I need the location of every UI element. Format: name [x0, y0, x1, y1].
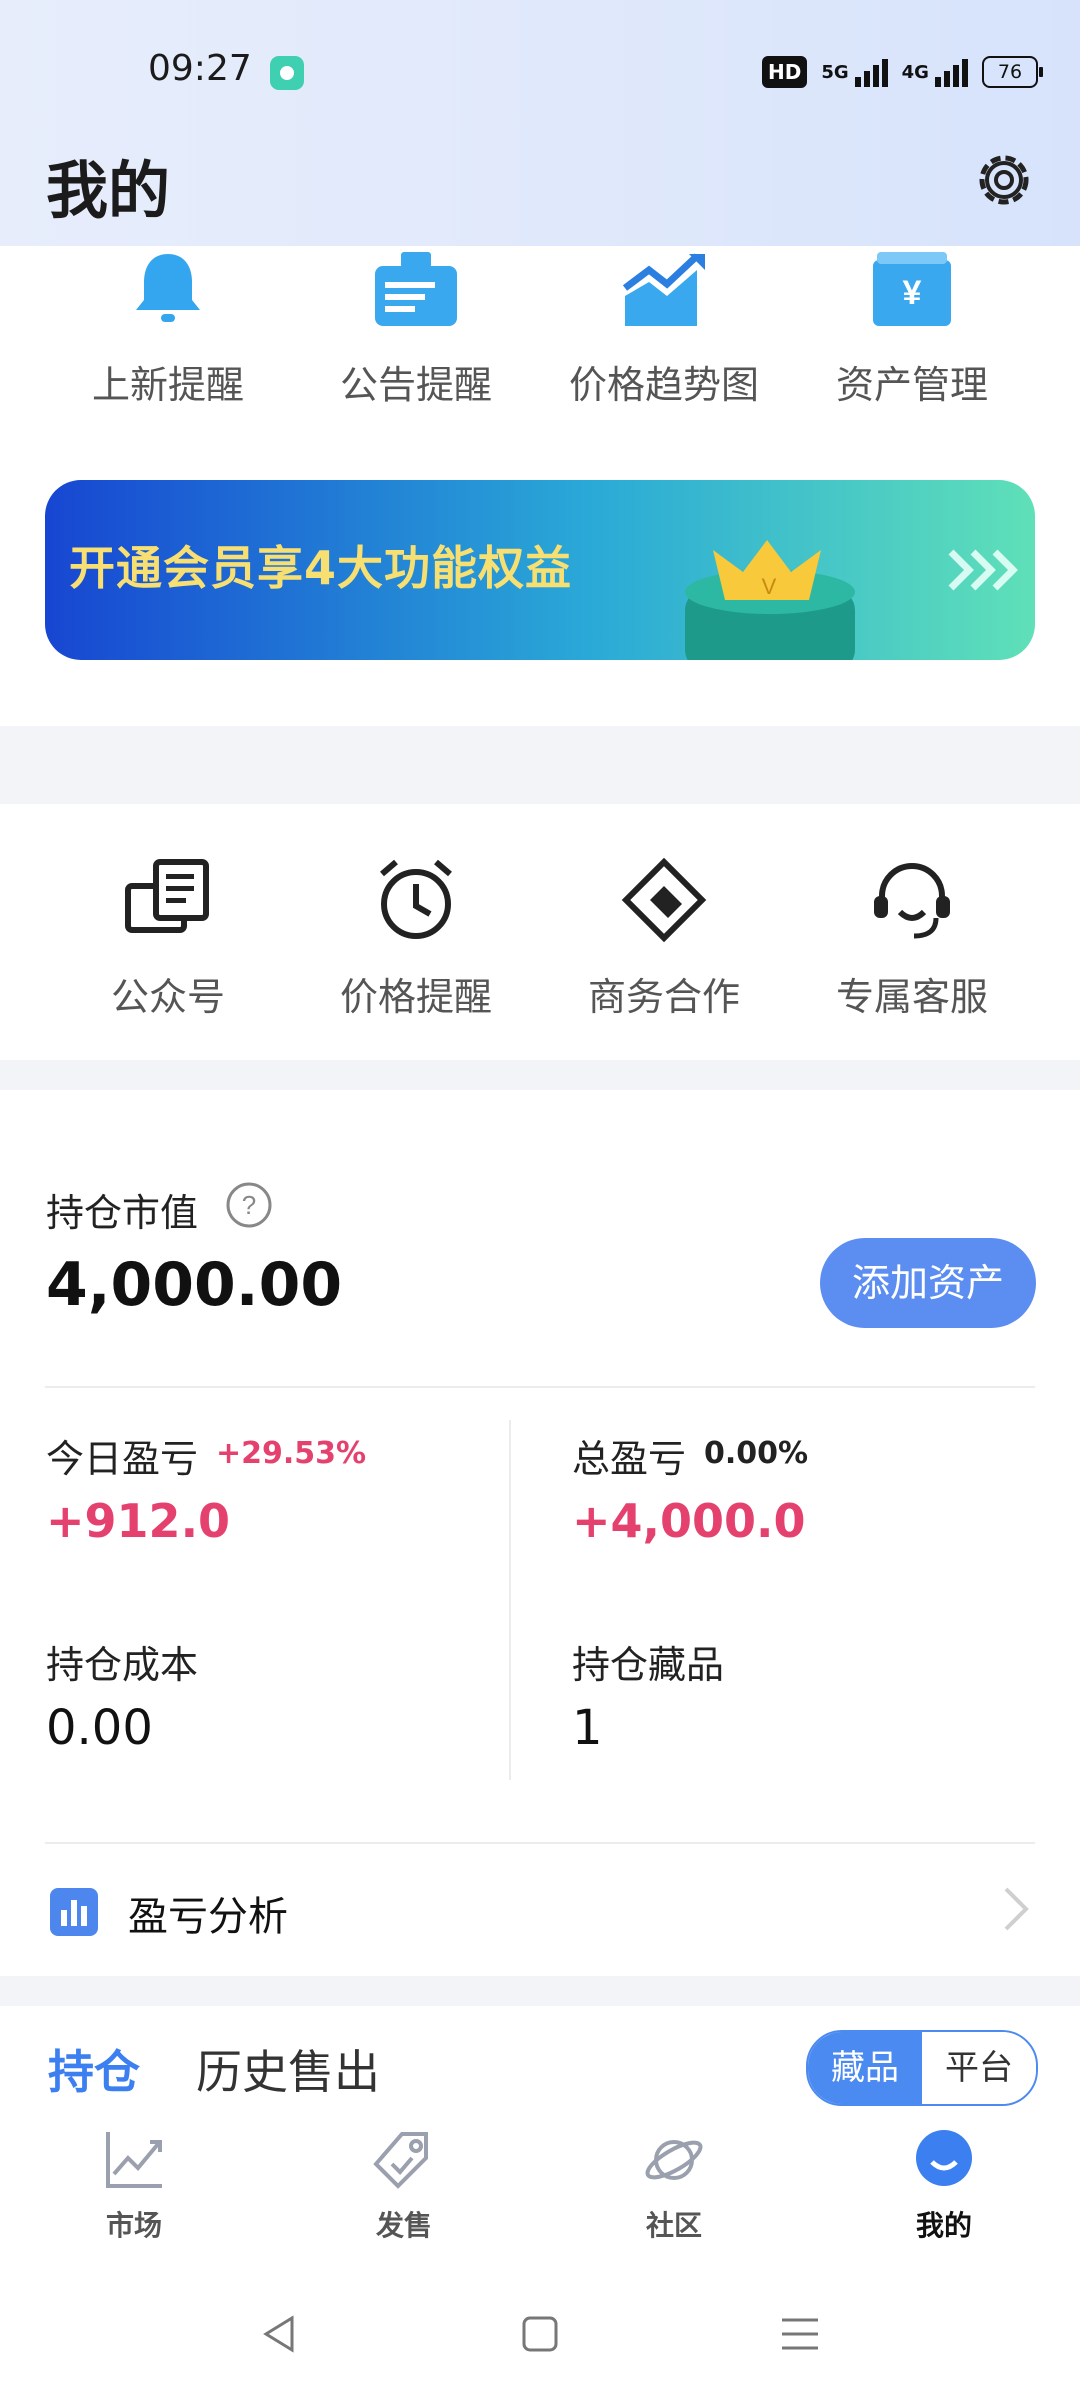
cost-label: 持仓成本 [46, 1643, 199, 1687]
tab-history-sold[interactable]: 历史售出 [196, 2036, 380, 2102]
svg-text:?: ? [242, 1190, 256, 1220]
crown-icon: V [685, 540, 855, 660]
network-4g-label: 4G [901, 61, 929, 83]
pnl-analysis-link[interactable]: 盈亏分析 [128, 1884, 288, 1942]
divider [45, 1842, 1035, 1844]
tool-official-account[interactable]: 公众号 [44, 852, 292, 1021]
notification-app-icon [270, 56, 304, 90]
tag-icon [373, 2132, 428, 2189]
cost-value: 0.00 [46, 1700, 153, 1756]
handshake-icon [621, 857, 707, 943]
toggle-platform[interactable]: 平台 [922, 2032, 1036, 2104]
alarm-clock-icon [380, 859, 452, 939]
svg-text:V: V [762, 574, 777, 599]
tool-price-alert[interactable]: 价格提醒 [292, 852, 540, 1021]
status-indicators: HD 5G 4G 76 [762, 52, 1043, 92]
planet-icon [645, 2140, 703, 2180]
announcement-icon [375, 252, 457, 326]
quick-action-asset-management[interactable]: ¥ 资产管理 [788, 246, 1036, 409]
nav-release[interactable]: 发售 [324, 2128, 484, 2244]
battery-icon: 76 [981, 56, 1043, 88]
tool-customer-service[interactable]: 专属客服 [788, 852, 1036, 1021]
divider [45, 1386, 1035, 1388]
items-value: 1 [572, 1700, 603, 1756]
tab-holdings[interactable]: 持仓 [48, 2036, 140, 2102]
nav-market[interactable]: 市场 [54, 2128, 214, 2244]
nav-mine[interactable]: 我的 [864, 2128, 1024, 2244]
total-pnl-label: 总盈亏 [572, 1437, 687, 1481]
items-label: 持仓藏品 [572, 1643, 725, 1687]
wallet-yen-icon: ¥ [873, 252, 951, 326]
quick-action-new-alert[interactable]: 上新提醒 [44, 246, 292, 409]
back-icon[interactable] [258, 2312, 302, 2356]
help-icon[interactable]: ? [224, 1180, 274, 1230]
chevron-right-icon[interactable] [996, 1884, 1036, 1934]
bell-icon [136, 254, 200, 322]
profile-icon [916, 2130, 972, 2186]
nav-community[interactable]: 社区 [594, 2128, 754, 2244]
total-pnl-value: +4,000.0 [572, 1494, 806, 1548]
view-toggle: 藏品 平台 [806, 2030, 1038, 2106]
svg-text:¥: ¥ [903, 274, 922, 312]
recents-menu-icon[interactable] [778, 2312, 822, 2356]
page-title: 我的 [46, 154, 171, 227]
market-value-label: 持仓市值 [46, 1191, 199, 1235]
toggle-collectibles[interactable]: 藏品 [808, 2032, 922, 2104]
add-asset-button[interactable]: 添加资产 [820, 1238, 1036, 1328]
arrow-right-icon [948, 549, 1018, 591]
quick-action-announcement[interactable]: 公告提醒 [292, 246, 540, 409]
today-pnl-label: 今日盈亏 [46, 1437, 199, 1481]
network-5g-label: 5G [821, 61, 849, 83]
total-pnl-percent: 0.00% [704, 1436, 809, 1471]
today-pnl-percent: +29.53% [216, 1436, 367, 1471]
headset-icon [874, 863, 950, 939]
signal-5g-icon [854, 57, 888, 87]
today-pnl-value: +912.0 [46, 1494, 231, 1548]
quick-action-price-trend[interactable]: 价格趋势图 [540, 246, 788, 409]
market-value: 4,000.00 [46, 1250, 343, 1320]
trend-chart-icon [622, 253, 705, 326]
official-account-icon [125, 859, 209, 933]
market-chart-icon [106, 2132, 162, 2188]
bar-chart-icon [50, 1888, 98, 1936]
divider-vertical [509, 1420, 511, 1780]
status-time: 09:27 [148, 48, 252, 89]
gear-icon[interactable] [972, 148, 1036, 212]
hd-voice-icon: HD [762, 56, 808, 88]
home-icon[interactable] [518, 2312, 562, 2356]
tool-business-cooperation[interactable]: 商务合作 [540, 852, 788, 1021]
signal-4g-icon [934, 57, 968, 87]
vip-banner[interactable]: 开通会员享4大功能权益 V [45, 480, 1035, 660]
vip-banner-text: 开通会员享4大功能权益 [69, 541, 573, 595]
